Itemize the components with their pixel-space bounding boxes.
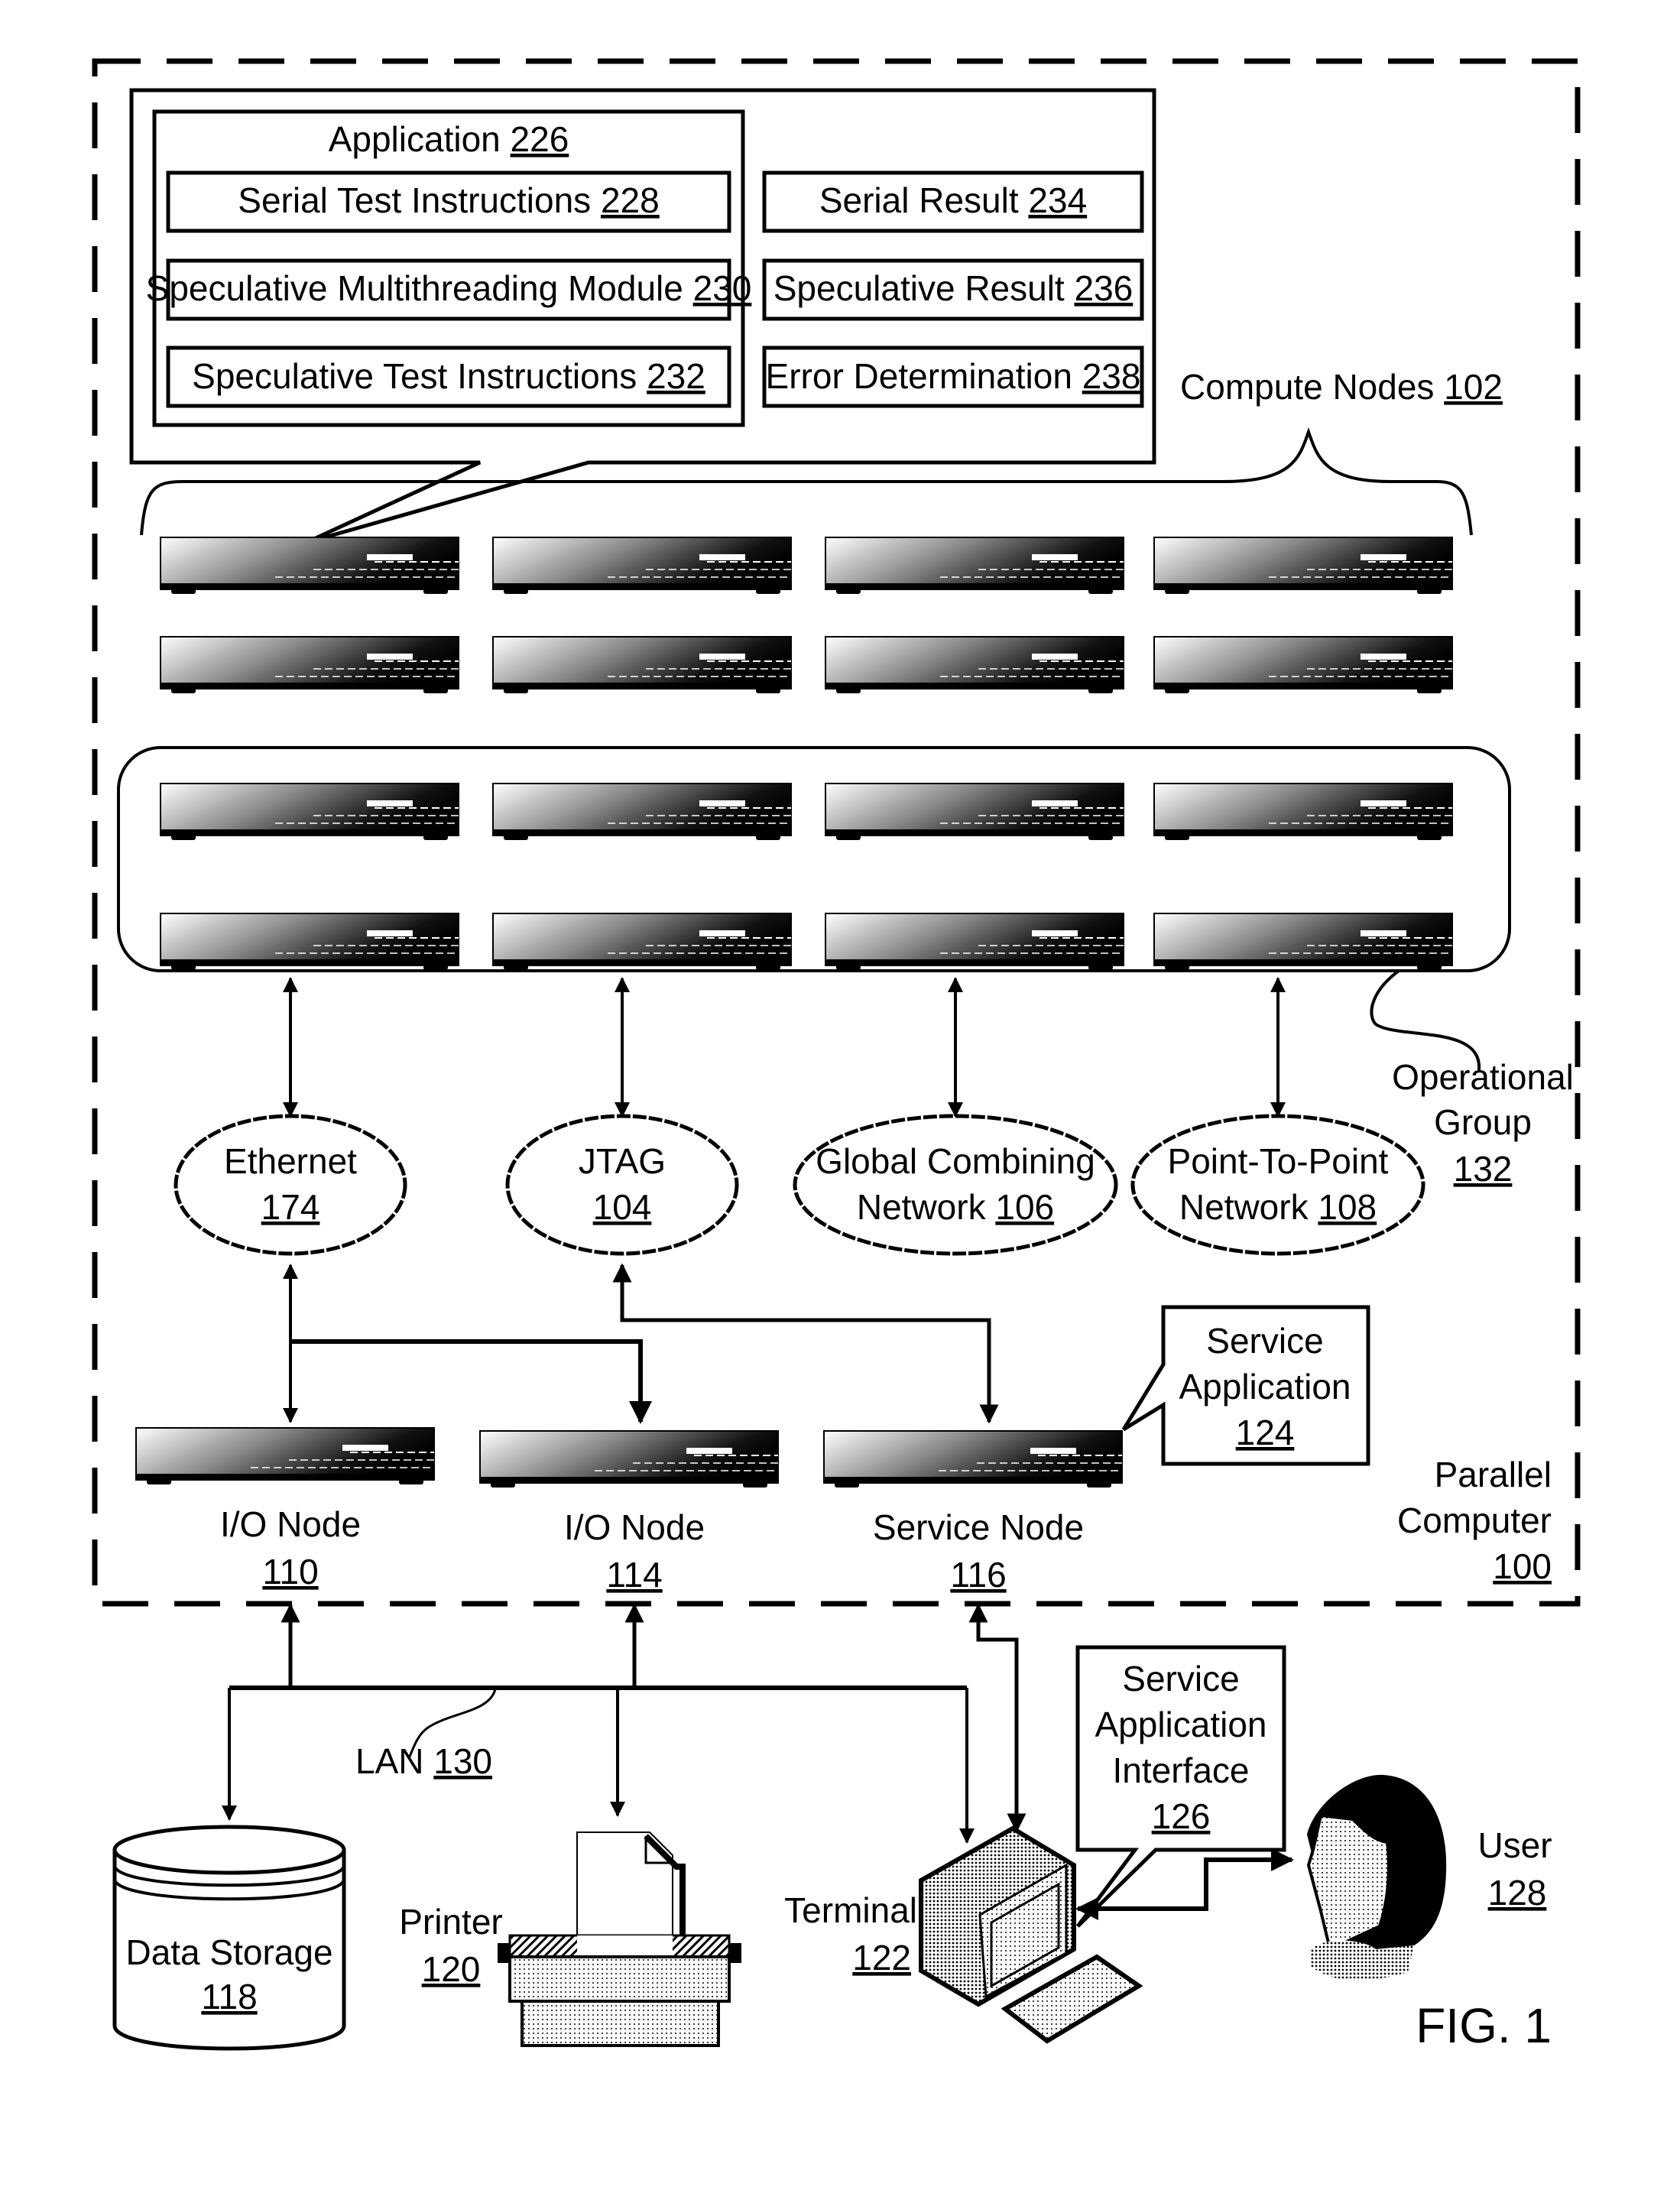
compute-node-server-icon bbox=[160, 913, 459, 971]
data-storage: Data Storage 118 bbox=[112, 1825, 346, 2051]
service-node-116: Service Node 116 bbox=[823, 1430, 1123, 1595]
speculative-multithreading-module-label: Speculative Multithreading Module 230 bbox=[146, 268, 752, 308]
service-application-interface-line2: Application bbox=[1095, 1705, 1266, 1744]
application-callout: Application 226 Serial Test Instructions… bbox=[129, 88, 1156, 545]
network-global-combining-line2: Network 106 bbox=[857, 1187, 1054, 1227]
server-icon bbox=[823, 1430, 1123, 1488]
service-application-interface-line3: Interface bbox=[1113, 1750, 1250, 1790]
cloud-icon bbox=[174, 1114, 407, 1256]
compute-node-server-icon bbox=[160, 783, 459, 841]
service-application-line2: Application bbox=[1179, 1367, 1351, 1406]
service-application-interface-ref: 126 bbox=[1152, 1796, 1211, 1836]
compute-node-server-icon bbox=[160, 537, 459, 595]
application-label: Application 226 bbox=[329, 119, 569, 159]
service-application-interface-callout: Service Application Interface 126 bbox=[1075, 1645, 1286, 1928]
network-jtag: JTAG 104 bbox=[505, 1114, 739, 1256]
person-icon bbox=[1306, 1774, 1447, 1981]
compute-node-server-icon bbox=[492, 537, 792, 595]
service-application-ref: 124 bbox=[1236, 1413, 1295, 1452]
printer-ref: 120 bbox=[422, 1949, 481, 1989]
parallel-computer-line1: Parallel bbox=[1435, 1455, 1552, 1494]
compute-node-server-icon bbox=[1153, 636, 1453, 694]
data-storage-label: Data Storage bbox=[125, 1932, 332, 1972]
network-global-combining-label: Global Combining bbox=[816, 1141, 1095, 1181]
user-label: User bbox=[1477, 1825, 1552, 1865]
network-point-to-point-line2: Network 108 bbox=[1179, 1187, 1377, 1227]
io-node-110-label: I/O Node bbox=[220, 1504, 361, 1544]
network-ethernet-ref: 174 bbox=[261, 1187, 320, 1227]
speculative-test-instructions-label: Speculative Test Instructions 232 bbox=[192, 356, 705, 396]
printer-icon bbox=[498, 1831, 741, 2047]
compute-node-grid bbox=[160, 537, 1453, 971]
service-application-interface-line1: Service bbox=[1122, 1659, 1239, 1698]
operational-group-leader bbox=[1370, 969, 1481, 1071]
network-ethernet: Ethernet 174 bbox=[174, 1114, 407, 1256]
compute-node-server-icon bbox=[1153, 537, 1453, 595]
server-icon bbox=[135, 1427, 435, 1485]
terminal-label: Terminal bbox=[784, 1890, 917, 1930]
speculative-result-label: Speculative Result 236 bbox=[774, 268, 1134, 308]
server-icon bbox=[479, 1430, 779, 1488]
serial-result-label: Serial Result 234 bbox=[819, 180, 1087, 220]
cloud-icon bbox=[505, 1114, 739, 1256]
compute-node-server-icon bbox=[492, 913, 792, 971]
io-node-114-label: I/O Node bbox=[564, 1507, 705, 1547]
io-node-110-ref: 110 bbox=[262, 1552, 318, 1591]
network-global-combining: Global Combining Network 106 bbox=[793, 1114, 1118, 1256]
lan-bus bbox=[222, 1603, 1026, 1844]
service-node-label: Service Node bbox=[873, 1507, 1084, 1547]
compute-node-server-icon bbox=[492, 783, 792, 841]
operational-group-label-line1: Operational bbox=[1392, 1057, 1574, 1097]
network-point-to-point-label: Point-To-Point bbox=[1168, 1141, 1389, 1181]
service-application-callout: Service Application 124 bbox=[1121, 1305, 1370, 1466]
network-point-to-point: Point-To-Point Network 108 bbox=[1130, 1114, 1425, 1256]
compute-node-server-icon bbox=[825, 783, 1124, 841]
service-node-ref: 116 bbox=[950, 1555, 1006, 1595]
io-node-114: I/O Node 114 bbox=[479, 1430, 779, 1595]
compute-nodes-brace bbox=[140, 427, 1473, 536]
service-links bbox=[283, 1263, 999, 1424]
lan-label: LAN 130 bbox=[355, 1741, 492, 1781]
cloud-icon bbox=[793, 1114, 1118, 1256]
right-boxes: Serial Result 234 Speculative Result 236… bbox=[762, 170, 1144, 408]
figure-caption: FIG. 1 bbox=[1416, 1998, 1552, 2053]
network-ethernet-label: Ethernet bbox=[224, 1141, 357, 1181]
patent-figure: Application 226 Serial Test Instructions… bbox=[92, 58, 1581, 2053]
parallel-computer-line2: Computer bbox=[1397, 1501, 1552, 1540]
io-node-114-ref: 114 bbox=[606, 1555, 662, 1595]
compute-node-server-icon bbox=[160, 636, 459, 694]
error-determination-label: Error Determination 238 bbox=[766, 356, 1141, 396]
operational-group-label-line2: Group bbox=[1434, 1102, 1532, 1142]
terminal-ref: 122 bbox=[852, 1938, 911, 1977]
printer-label: Printer bbox=[399, 1902, 502, 1942]
printer: Printer 120 bbox=[399, 1831, 741, 2047]
computer-terminal-icon bbox=[919, 1825, 1143, 2044]
network-jtag-label: JTAG bbox=[579, 1141, 666, 1181]
service-application-line1: Service bbox=[1206, 1321, 1323, 1361]
left-boxes: Serial Test Instructions 228 Speculative… bbox=[146, 170, 752, 408]
compute-node-server-icon bbox=[825, 537, 1124, 595]
parallel-computer-ref: 100 bbox=[1493, 1546, 1552, 1586]
data-storage-ref: 118 bbox=[201, 1977, 257, 2016]
user-ref: 128 bbox=[1488, 1873, 1547, 1913]
terminal: Terminal 122 bbox=[784, 1825, 1143, 2044]
compute-node-server-icon bbox=[492, 636, 792, 694]
operational-group-ref: 132 bbox=[1454, 1149, 1513, 1189]
io-node-110: I/O Node 110 bbox=[135, 1427, 435, 1591]
compute-nodes-label: Compute Nodes 102 bbox=[1180, 367, 1503, 407]
compute-node-server-icon bbox=[825, 636, 1124, 694]
compute-node-server-icon bbox=[825, 913, 1124, 971]
user: User 128 bbox=[1306, 1774, 1552, 1981]
network-links bbox=[283, 977, 1286, 1118]
compute-node-server-icon bbox=[1153, 913, 1453, 971]
serial-test-instructions-label: Serial Test Instructions 228 bbox=[238, 180, 659, 220]
compute-node-server-icon bbox=[1153, 783, 1453, 841]
network-jtag-ref: 104 bbox=[593, 1187, 652, 1227]
cloud-icon bbox=[1130, 1114, 1425, 1256]
